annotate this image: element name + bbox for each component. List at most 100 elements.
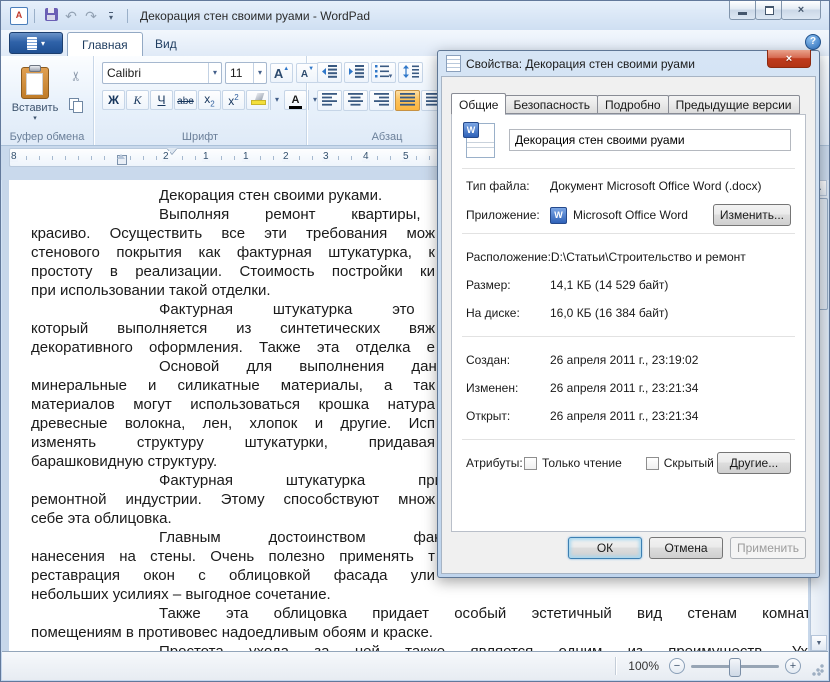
- increase-indent-button[interactable]: [344, 62, 369, 83]
- dialog-tab[interactable]: Общие: [451, 93, 506, 115]
- chevron-down-icon: ▾: [389, 73, 393, 80]
- tab-view[interactable]: Вид: [141, 32, 191, 56]
- hidden-label: Скрытый: [664, 456, 714, 470]
- ruler-number: 2: [162, 151, 170, 162]
- separator: [462, 168, 795, 169]
- ruler-number: 1: [242, 151, 250, 162]
- document-line: реставрация окон с облицовкой фасада ули: [31, 566, 435, 585]
- decrease-indent-button[interactable]: [317, 62, 342, 83]
- zoom-slider-thumb[interactable]: [729, 658, 741, 677]
- chevron-down-icon: ▾: [41, 39, 45, 48]
- zoom-out-button[interactable]: −: [669, 658, 685, 674]
- clipboard-group-label: Буфер обмена: [1, 131, 93, 143]
- scissors-icon: ✂: [68, 71, 84, 82]
- ok-button[interactable]: ОК: [568, 537, 642, 559]
- copy-button[interactable]: [65, 96, 87, 116]
- save-button[interactable]: [41, 6, 61, 26]
- word-document-icon: [466, 123, 495, 158]
- dialog-body: ОбщиеБезопасностьПодробноПредыдущие верс…: [441, 76, 816, 574]
- properties-document-icon: [446, 55, 461, 72]
- list-button[interactable]: ▾: [371, 62, 396, 83]
- highlight-button[interactable]: [246, 90, 269, 110]
- restore-button[interactable]: [755, 1, 782, 20]
- filename-input[interactable]: [509, 129, 791, 151]
- wordpad-menu-button[interactable]: ▾: [9, 32, 63, 54]
- align-left-button[interactable]: [317, 90, 342, 111]
- grow-font-button[interactable]: A▲: [270, 63, 293, 83]
- ruler-number: 8: [10, 151, 18, 162]
- file-type-row: Тип файла: Документ Microsoft Office Wor…: [452, 172, 805, 200]
- restore-icon: [765, 6, 774, 15]
- italic-button[interactable]: K: [126, 90, 149, 110]
- highlighter-icon: [251, 93, 264, 105]
- document-line: изменять структуру штукатурки, придавая: [31, 433, 435, 452]
- chevron-down-icon[interactable]: ▾: [208, 63, 221, 83]
- document-line: ремонтной индустрии. Этому способствуют …: [31, 490, 435, 509]
- font-color-button[interactable]: A: [284, 90, 307, 110]
- paste-button[interactable]: Вставить ▾: [11, 61, 59, 125]
- font-size-value: 11: [226, 66, 253, 80]
- help-icon[interactable]: ?: [805, 34, 821, 50]
- font-size-combo[interactable]: 11 ▾: [225, 62, 267, 84]
- document-line: древесные волокна, лен, хлопок и другие.…: [31, 414, 435, 433]
- font-row-2: Ж K Ч abe x2 x2 ▾ A ▾: [102, 90, 321, 110]
- font-name-combo[interactable]: Calibri ▾: [102, 62, 222, 84]
- chevron-down-icon: ▾: [109, 12, 113, 21]
- underline-button[interactable]: Ч: [150, 90, 173, 110]
- document-line: себе эта облицовка.: [31, 509, 435, 528]
- dialog-tab[interactable]: Подробно: [597, 95, 669, 114]
- resize-grip[interactable]: [811, 663, 825, 677]
- dialog-buttons: ОК Отмена Применить: [568, 537, 806, 559]
- attributes-row: Атрибуты: Только чтение Скрытый Другие..…: [452, 449, 805, 477]
- subscript-button[interactable]: x2: [198, 90, 221, 110]
- undo-button[interactable]: ↶: [61, 6, 81, 26]
- paragraph-row-2: [317, 90, 446, 111]
- filename-row: [452, 115, 805, 165]
- dialog-tab[interactable]: Безопасность: [505, 95, 598, 114]
- align-center-button[interactable]: [343, 90, 368, 111]
- align-right-button[interactable]: [369, 90, 394, 111]
- hidden-checkbox[interactable]: [646, 457, 659, 470]
- document-line: красиво. Осуществить все эти требования …: [31, 224, 435, 243]
- properties-dialog: Свойства: Декорация стен своими руами × …: [437, 50, 820, 578]
- modified-row: Изменен: 26 апреля 2011 г., 23:21:34: [452, 374, 805, 402]
- paragraph-row-1: ▾: [317, 62, 423, 83]
- left-indent-marker[interactable]: [117, 155, 127, 165]
- close-button[interactable]: ×: [781, 1, 821, 20]
- line-spacing-button[interactable]: [398, 62, 423, 83]
- app-value: Microsoft Office Word: [573, 208, 688, 222]
- cut-button[interactable]: ✂: [65, 66, 87, 86]
- location-value: D:\Статьи\Строительство и ремонт: [551, 250, 746, 264]
- tab-home[interactable]: Главная: [67, 32, 143, 56]
- superscript-button[interactable]: x2: [222, 90, 245, 110]
- qat-customize-button[interactable]: ▾: [101, 6, 121, 26]
- minimize-button[interactable]: [729, 1, 756, 20]
- cancel-button[interactable]: Отмена: [649, 537, 723, 559]
- created-row: Создан: 26 апреля 2011 г., 23:19:02: [452, 346, 805, 374]
- readonly-label: Только чтение: [542, 456, 622, 470]
- document-line: декоративного оформления. Также эта отде…: [31, 338, 435, 357]
- line-spacing-icon: [403, 65, 419, 78]
- strikethrough-button[interactable]: abe: [174, 90, 197, 110]
- change-button[interactable]: Изменить...: [713, 204, 791, 226]
- document-line: барашковидную структуру.: [31, 452, 435, 471]
- dialog-close-icon[interactable]: ×: [767, 50, 811, 68]
- zoom-slider[interactable]: [691, 665, 779, 668]
- document-line: при использовании такой отделки.: [31, 281, 435, 300]
- ruler-number: 2: [282, 151, 290, 162]
- document-line: небольших усилиях – выгодное сочетание.: [31, 585, 435, 604]
- word-app-icon: W: [550, 207, 567, 224]
- scroll-down-icon[interactable]: ▼: [811, 635, 827, 651]
- justify-button[interactable]: [395, 90, 420, 111]
- opened-value: 26 апреля 2011 г., 23:21:34: [550, 409, 698, 423]
- zoom-in-button[interactable]: +: [785, 658, 801, 674]
- readonly-checkbox[interactable]: [524, 457, 537, 470]
- highlight-dropdown[interactable]: ▾: [270, 90, 283, 110]
- window-title: Декорация стен своими руами - WordPad: [140, 9, 370, 23]
- dialog-tab[interactable]: Предыдущие версии: [668, 95, 800, 114]
- chevron-down-icon[interactable]: ▾: [253, 63, 266, 83]
- redo-button[interactable]: ↷: [81, 6, 101, 26]
- bold-button[interactable]: Ж: [102, 90, 125, 110]
- zoom-level: 100%: [628, 659, 659, 673]
- other-attributes-button[interactable]: Другие...: [717, 452, 791, 474]
